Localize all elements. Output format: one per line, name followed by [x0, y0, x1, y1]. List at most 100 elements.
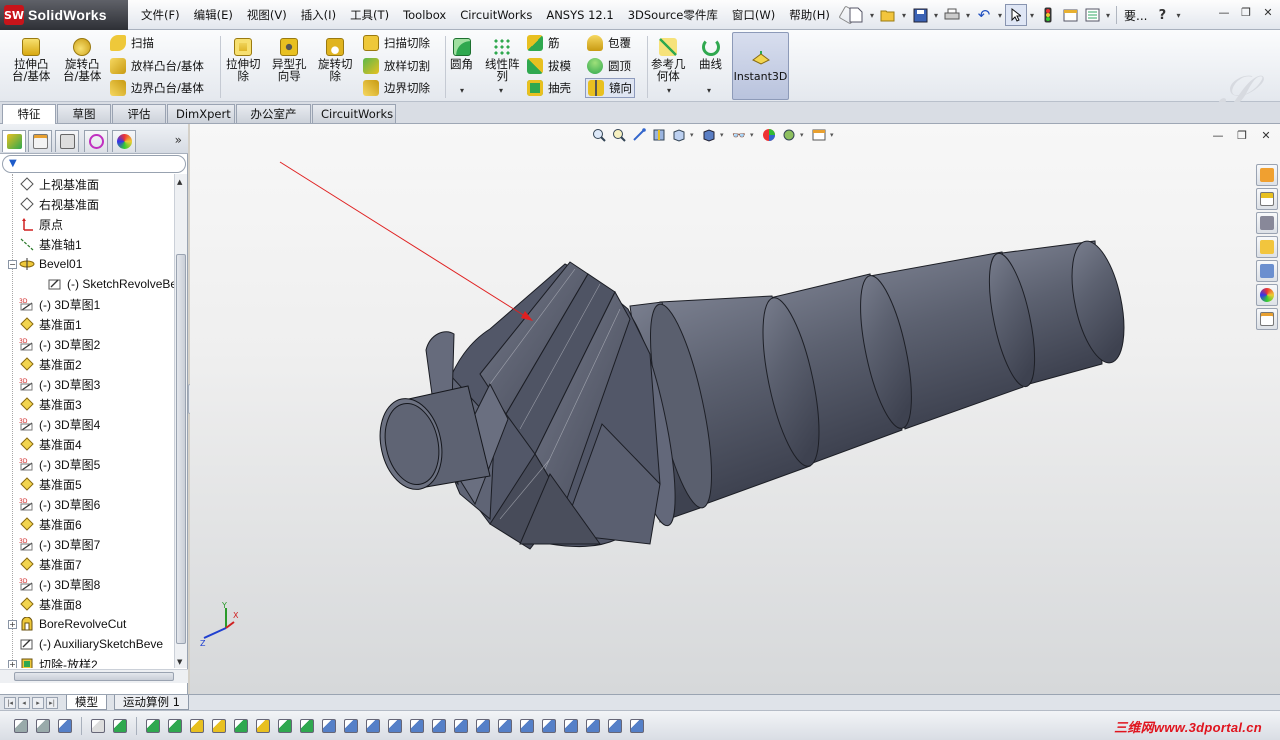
tree-item[interactable]: 右视基准面	[8, 194, 99, 214]
loft-cut-button[interactable]: 放样切割	[363, 56, 430, 76]
doc-close-icon[interactable]: ✕	[1258, 127, 1274, 143]
filter-balloons-icon[interactable]	[494, 715, 516, 737]
tree-item[interactable]: (-) SketchRevolveBe	[36, 274, 174, 294]
tree-item[interactable]: 基准轴1	[8, 234, 82, 254]
filter-cosmetic-threads-icon[interactable]	[516, 715, 538, 737]
print-dropdown-icon[interactable]: ▾	[963, 11, 973, 20]
tree-item[interactable]: 3D (-) 3D草图1	[8, 294, 100, 314]
filter-datums-icon[interactable]	[406, 715, 428, 737]
revolve-cut-button[interactable]: 旋转切 除	[318, 38, 353, 82]
pattern-dropdown-icon[interactable]: ▾	[499, 86, 503, 95]
menu-tools[interactable]: 工具(T)	[343, 0, 396, 30]
expand-icon[interactable]: +	[8, 619, 17, 629]
tree-item[interactable]: 3D (-) 3D草图8	[8, 574, 100, 594]
revolve-boss-button[interactable]: 旋转凸 台/基体	[63, 38, 101, 82]
select-cursor-icon[interactable]	[1005, 4, 1027, 26]
undo-icon[interactable]: ↶	[973, 4, 995, 26]
menu-insert[interactable]: 插入(I)	[294, 0, 343, 30]
tree-item[interactable]: + BoreRevolveCut	[8, 614, 126, 634]
fillet-dropdown-icon[interactable]: ▾	[460, 86, 464, 95]
curves-dropdown-icon[interactable]: ▾	[707, 86, 711, 95]
filter-selection-icon[interactable]	[54, 715, 76, 737]
extrude-boss-button[interactable]: 拉伸凸 台/基体	[12, 38, 50, 82]
filter-planes-icon[interactable]	[252, 715, 274, 737]
tree-item[interactable]: 3D (-) 3D草图2	[8, 334, 100, 354]
filter-edges-icon[interactable]	[142, 715, 164, 737]
feature-tree-hscrollbar[interactable]	[0, 669, 188, 683]
tree-item[interactable]: 基准面3	[8, 394, 82, 414]
filter-surface-finish-icon[interactable]	[450, 715, 472, 737]
solidworks-resources-tab[interactable]	[1256, 164, 1278, 186]
scroll-down-icon[interactable]: ▼	[177, 658, 182, 666]
expand-icon[interactable]: +	[8, 659, 17, 668]
close-icon[interactable]: ✕	[1260, 4, 1276, 20]
display-style-icon[interactable]	[700, 126, 718, 144]
sweep-cut-button[interactable]: 扫描切除	[363, 33, 430, 53]
hscroll-thumb[interactable]	[14, 672, 174, 681]
tree-item[interactable]: 3D (-) 3D草图4	[8, 414, 100, 434]
tab-motion-study-1[interactable]: 运动算例 1	[114, 695, 189, 710]
tab-dimxpert[interactable]: DimXpert	[167, 104, 235, 123]
tab-evaluate[interactable]: 评估	[112, 104, 166, 123]
tree-item[interactable]: 基准面5	[8, 474, 82, 494]
filter-gtol-icon[interactable]	[472, 715, 494, 737]
collapse-icon[interactable]: −	[8, 259, 17, 269]
loft-boss-button[interactable]: 放样凸台/基体	[110, 56, 204, 76]
feature-tree-filter[interactable]: ▼	[2, 155, 186, 173]
previous-view-icon[interactable]	[630, 126, 648, 144]
filter-notes-icon[interactable]	[384, 715, 406, 737]
filter-dimensions-icon[interactable]	[362, 715, 384, 737]
filter-center-marks-icon[interactable]	[582, 715, 604, 737]
filter-surfaces-icon[interactable]	[186, 715, 208, 737]
tree-item[interactable]: 3D (-) 3D草图5	[8, 454, 100, 474]
tab-features[interactable]: 特征	[2, 104, 56, 125]
tree-item[interactable]: − Bevel01	[8, 254, 82, 274]
folder-tab[interactable]	[1256, 236, 1278, 258]
filter-sketch-points-icon[interactable]	[274, 715, 296, 737]
tab-sketch[interactable]: 草图	[57, 104, 111, 123]
open-folder-icon[interactable]	[877, 4, 899, 26]
feature-manager-tab[interactable]	[2, 130, 26, 152]
view-orientation-icon[interactable]	[670, 126, 688, 144]
tree-item[interactable]: 基准面1	[8, 314, 82, 334]
prev-tab-icon[interactable]: ◂	[18, 697, 30, 709]
menu-circuitworks[interactable]: CircuitWorks	[453, 0, 539, 30]
apply-scene-icon[interactable]	[780, 126, 798, 144]
solidworks-logo[interactable]: SW SolidWorks	[0, 0, 128, 30]
more-tabs-icon[interactable]: »	[175, 133, 182, 147]
draft-button[interactable]: 拔模	[527, 56, 571, 76]
fillet-button[interactable]: 圆角	[450, 38, 473, 70]
design-library-tab[interactable]	[1256, 188, 1278, 210]
filter-sketch-segments-icon[interactable]	[296, 715, 318, 737]
menu-help[interactable]: 帮助(H)	[782, 0, 837, 30]
search-commands[interactable]: 要...	[1120, 7, 1151, 24]
filter-axes-icon[interactable]	[230, 715, 252, 737]
first-tab-icon[interactable]: |◂	[4, 697, 16, 709]
tree-item[interactable]: 3D (-) 3D草图7	[8, 534, 100, 554]
new-document-icon[interactable]	[845, 4, 867, 26]
menu-edit[interactable]: 编辑(E)	[187, 0, 240, 30]
tree-item[interactable]: (-) AuxiliarySketchBeve	[8, 634, 163, 654]
zoom-to-area-icon[interactable]	[610, 126, 628, 144]
apply-scene-dropdown-icon[interactable]: ▾	[800, 131, 808, 139]
menu-file[interactable]: 文件(F)	[134, 0, 187, 30]
tree-item[interactable]: + 切除-放样2	[8, 654, 98, 668]
menu-ansys[interactable]: ANSYS 12.1	[539, 0, 620, 30]
tab-model[interactable]: 模型	[66, 695, 107, 710]
view-settings-dropdown-icon[interactable]: ▾	[830, 131, 838, 139]
display-style-dropdown-icon[interactable]: ▾	[720, 131, 728, 139]
save-dropdown-icon[interactable]: ▾	[931, 11, 941, 20]
curves-button[interactable]: 曲线	[699, 38, 722, 70]
filter-hole-callouts-icon[interactable]	[560, 715, 582, 737]
tree-item[interactable]: 基准面4	[8, 434, 82, 454]
file-explorer-tab[interactable]	[1256, 212, 1278, 234]
reference-geometry-button[interactable]: 参考几 何体	[651, 38, 686, 82]
next-tab-icon[interactable]: ▸	[32, 697, 44, 709]
tree-item[interactable]: 3D (-) 3D草图3	[8, 374, 100, 394]
tree-item[interactable]: 基准面6	[8, 514, 82, 534]
filter-blocks-icon[interactable]	[538, 715, 560, 737]
extrude-cut-button[interactable]: 拉伸切 除	[226, 38, 261, 82]
linear-pattern-button[interactable]: 线性阵 列	[485, 38, 520, 82]
appearances-tab[interactable]	[1256, 284, 1278, 306]
options-icon[interactable]	[1081, 4, 1103, 26]
